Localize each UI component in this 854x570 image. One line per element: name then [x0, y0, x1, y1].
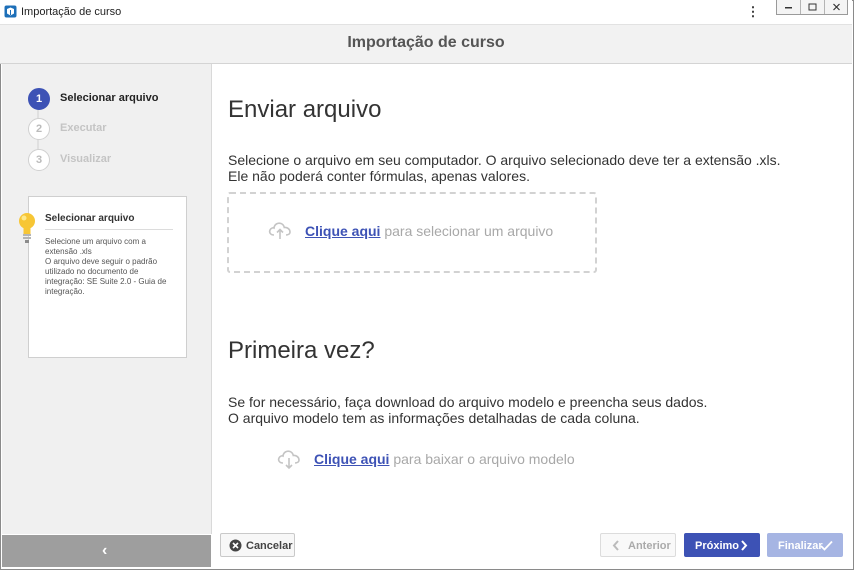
tip-divider — [45, 229, 173, 230]
step-execute[interactable]: 2 Executar — [28, 118, 218, 140]
step-label: Executar — [60, 122, 107, 134]
step-label: Visualizar — [60, 153, 112, 165]
first-time-instruction-2: O arquivo modelo tem as informações deta… — [228, 410, 640, 426]
step-number: 1 — [28, 88, 50, 110]
cancel-button[interactable]: Cancelar — [220, 533, 295, 557]
window-controls — [776, 0, 848, 15]
minimize-icon — [785, 7, 792, 9]
previous-label: Anterior — [628, 540, 671, 552]
step-number: 3 — [28, 149, 50, 171]
finish-button[interactable]: Finalizar — [767, 533, 843, 557]
maximize-button[interactable] — [801, 0, 825, 14]
first-time-instruction-1: Se for necessário, faça download do arqu… — [228, 394, 708, 410]
lightbulb-icon — [19, 213, 35, 243]
upload-heading: Enviar arquivo — [228, 96, 382, 123]
finish-label: Finalizar — [778, 540, 823, 552]
cloud-upload-icon — [268, 222, 291, 239]
next-label: Próximo — [695, 540, 740, 552]
download-model-suffix: para baixar o arquivo modelo — [389, 451, 575, 467]
collapse-sidebar-button[interactable]: ‹ — [2, 535, 211, 567]
cloud-download-icon — [277, 450, 300, 470]
cancel-icon — [229, 539, 242, 552]
select-file-suffix: para selecionar um arquivo — [380, 223, 554, 239]
step-view[interactable]: 3 Visualizar — [28, 149, 218, 171]
close-button[interactable] — [825, 0, 848, 14]
first-time-heading: Primeira vez? — [228, 337, 375, 364]
step-label: Selecionar arquivo — [60, 92, 159, 104]
tip-title: Selecionar arquivo — [45, 213, 135, 224]
title-bar: Importação de curso ⋮ — [0, 0, 852, 25]
cancel-label: Cancelar — [246, 540, 293, 552]
app-icon — [4, 5, 17, 18]
minimize-button[interactable] — [777, 0, 801, 14]
chevron-left-icon — [612, 540, 619, 551]
step-select-file[interactable]: 1 Selecionar arquivo — [28, 88, 218, 110]
restore-icon — [808, 3, 817, 11]
checkmark-icon — [820, 540, 833, 551]
download-model-link[interactable]: Clique aqui — [314, 451, 389, 467]
select-file-link[interactable]: Clique aqui — [305, 223, 380, 239]
select-file-prompt: Clique aqui para selecionar um arquivo — [305, 223, 553, 239]
next-button[interactable]: Próximo — [684, 533, 760, 557]
upload-instruction-1: Selecione o arquivo em seu computador. O… — [228, 152, 781, 168]
window-title: Importação de curso — [21, 6, 122, 18]
download-model-prompt: Clique aqui para baixar o arquivo modelo — [314, 451, 575, 467]
more-options-icon[interactable]: ⋮ — [746, 4, 760, 20]
tip-text: Selecione um arquivo com a extensão .xls… — [45, 237, 167, 296]
chevron-left-icon: ‹ — [102, 542, 108, 559]
previous-button[interactable]: Anterior — [600, 533, 676, 557]
chevron-right-icon — [741, 540, 748, 551]
page-title: Importação de curso — [347, 34, 505, 51]
upload-instruction-2: Ele não poderá conter fórmulas, apenas v… — [228, 168, 530, 184]
help-tip-box: Selecionar arquivo Selecione um arquivo … — [28, 196, 187, 358]
step-number: 2 — [28, 118, 50, 140]
close-icon — [833, 3, 840, 11]
dialog-header: Importação de curso — [0, 25, 852, 64]
